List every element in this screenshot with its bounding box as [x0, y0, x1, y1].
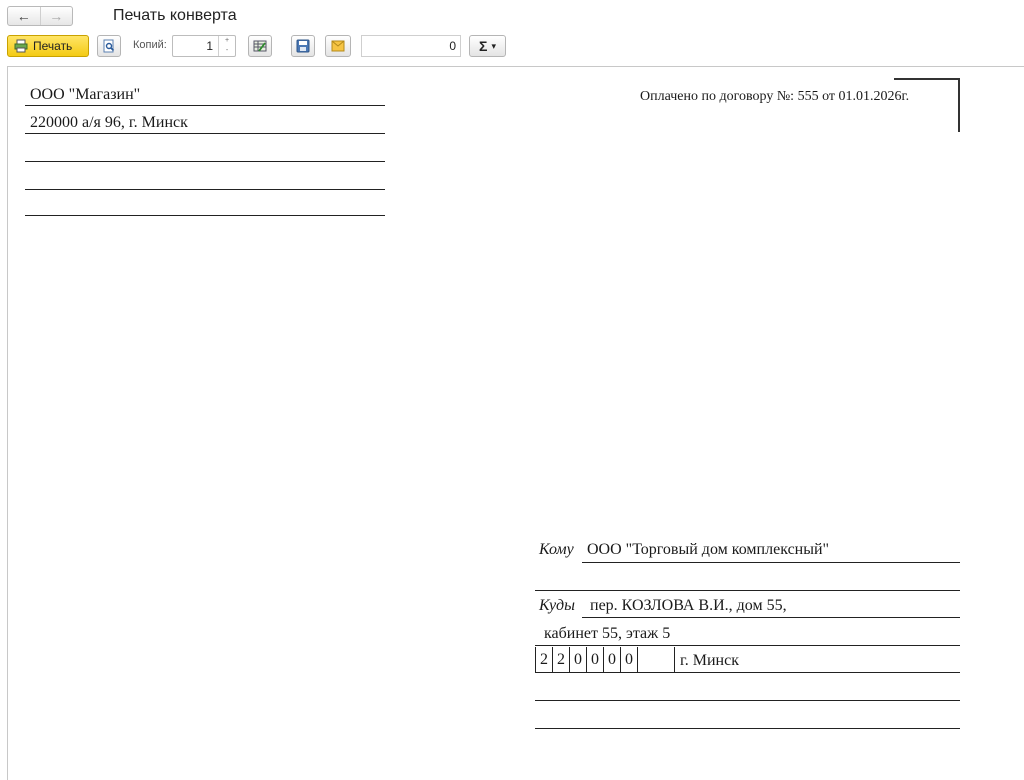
print-button[interactable]: Печать	[7, 35, 89, 57]
edit-table-icon	[253, 40, 267, 52]
send-email-button[interactable]	[325, 35, 351, 57]
spin-up-icon[interactable]: +	[219, 36, 235, 46]
magnifier-icon	[103, 39, 115, 53]
to-label: Кому	[539, 541, 574, 558]
sender-underline-1	[25, 105, 385, 106]
postal-digit: 2	[535, 647, 552, 673]
postal-digit: 0	[569, 647, 586, 673]
floppy-disk-icon	[296, 39, 310, 53]
sum-button[interactable]: Σ ▾	[469, 35, 506, 57]
sender-underline-2	[25, 133, 385, 134]
envelope-icon	[331, 40, 345, 52]
chevron-down-icon: ▾	[491, 40, 496, 51]
stamp-corner-side	[958, 78, 960, 132]
postal-digit: 2	[552, 647, 569, 673]
copies-input[interactable]: 1 + -	[172, 35, 236, 57]
address-line-1: пер. КОЗЛОВА В.И., дом 55,	[590, 597, 787, 614]
print-button-label: Печать	[33, 39, 73, 53]
copies-value: 1	[206, 39, 213, 53]
postal-digit: 0	[603, 647, 620, 673]
copies-spinner[interactable]: + -	[218, 36, 235, 56]
sender-line-1: ООО "Магазин"	[30, 86, 141, 103]
copies-label: Копий:	[133, 39, 167, 51]
amount-field[interactable]: 0	[361, 35, 461, 57]
sender-line-2: 220000 а/я 96, г. Минск	[30, 114, 188, 131]
edit-button[interactable]	[248, 35, 272, 57]
postal-digit: 0	[620, 647, 637, 673]
city: г. Минск	[680, 652, 739, 669]
address-underline-1	[582, 617, 960, 618]
to-underline	[582, 562, 960, 563]
printer-icon	[14, 39, 28, 53]
save-button[interactable]	[291, 35, 315, 57]
sigma-icon: Σ	[479, 38, 488, 54]
paid-note: Оплачено по договору №: 555 от 01.01.202…	[640, 89, 910, 104]
address-underline-2	[535, 645, 960, 646]
postal-digit: 0	[586, 647, 603, 673]
window-title: Печать конверта	[113, 7, 237, 24]
to-value: ООО "Торговый дом комплексный"	[587, 541, 830, 558]
sender-underline-3	[25, 161, 385, 162]
forward-button[interactable]: →	[39, 7, 73, 25]
back-arrow-icon: ←	[16, 8, 31, 24]
stamp-corner-top	[894, 78, 960, 80]
preview-button[interactable]	[97, 35, 121, 57]
back-button[interactable]: ←	[8, 7, 40, 25]
address-underline-4	[535, 728, 960, 729]
forward-arrow-icon: →	[49, 8, 64, 24]
nav-button-group: ← →	[7, 6, 73, 26]
postal-digit-spacer	[637, 647, 675, 673]
postal-underline	[535, 672, 960, 673]
to-underline-2	[535, 590, 960, 591]
sender-underline-5	[25, 215, 385, 216]
sender-underline-4	[25, 189, 385, 190]
spin-down-icon[interactable]: -	[219, 46, 235, 56]
address-line-2: кабинет 55, этаж 5	[544, 625, 671, 642]
address-underline-3	[535, 700, 960, 701]
where-label: Куды	[539, 597, 575, 614]
